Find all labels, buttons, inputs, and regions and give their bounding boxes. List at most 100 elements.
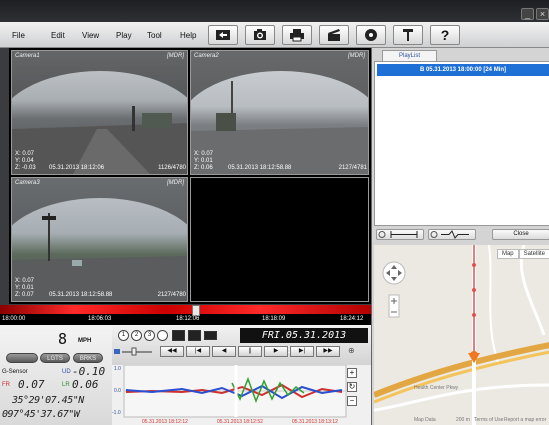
skip-back-button[interactable]: |◀ — [186, 346, 210, 357]
snapshot-button[interactable] — [245, 25, 275, 45]
channel-4-button[interactable] — [157, 330, 168, 341]
fr-value: 0.07 — [18, 378, 45, 391]
camera-3-tag: [MDR] — [167, 180, 184, 186]
camera-2-overlay: X: 0.07 Y: 0.01 Z: 0.06 05.31.2013 18:12… — [194, 151, 367, 172]
antenna-icon — [403, 29, 413, 41]
camera-1-timestamp: 05.31.2013 18:12:06 — [49, 165, 105, 171]
zoom-out-button[interactable]: − — [347, 396, 357, 406]
segment-button[interactable] — [376, 229, 424, 240]
latitude-value: 35°29'07.45"N — [12, 395, 84, 406]
pause-button[interactable]: || — [238, 346, 262, 357]
timeline-label-3: 18:12:06 — [176, 316, 200, 322]
clip-button[interactable] — [319, 25, 349, 45]
menu-play[interactable]: Play — [116, 31, 132, 40]
fast-rewind-button[interactable]: ◀◀ — [160, 346, 184, 357]
channel-3-button[interactable]: 3 — [144, 330, 155, 341]
camera-3-timestamp: 05.31.2013 18:12:58.88 — [49, 292, 113, 298]
step-back-button[interactable]: ◀ — [212, 346, 236, 357]
map-terms-link[interactable]: Terms of Use — [474, 417, 503, 423]
camera-1-header: Camera1 [MDR] — [15, 53, 184, 59]
timeline-label-2: 18:06:03 — [88, 316, 112, 322]
graph-tick-mid: 0.0 — [114, 388, 121, 394]
camera-icon — [254, 29, 266, 40]
map-street-label: Health Center Pkwy — [414, 385, 459, 391]
layout-single-button[interactable] — [172, 330, 185, 341]
crosshair-icon[interactable]: ⊕ — [348, 346, 355, 355]
camera-2-tag: [MDR] — [348, 53, 365, 59]
speed-value: 8 — [58, 330, 68, 348]
camera-3-overlay: X: 0.07 Y: 0.01 Z: 0.07 05.31.2013 18:12… — [15, 278, 186, 299]
camera-1-overlay: X: 0.07 Y: 0.04 Z: -0.03 05.31.2013 18:1… — [15, 151, 186, 172]
waveform-button[interactable] — [428, 229, 476, 240]
close-button[interactable]: Close — [492, 229, 549, 240]
camera-1-label: Camera1 — [15, 53, 40, 59]
camera-1-y: Y: 0.04 — [15, 158, 34, 164]
timeline-label-4: 18:18:09 — [262, 316, 286, 322]
skip-forward-button[interactable]: ▶| — [290, 346, 314, 357]
layout-wide-button[interactable] — [204, 331, 217, 340]
antenna-button[interactable] — [393, 25, 423, 45]
gsensor-label: G-Sensor — [2, 369, 28, 375]
camera-1-view[interactable]: Camera1 [MDR] X: 0.07 Y: 0.04 Z: -0.03 05… — [11, 50, 188, 175]
playlist-box: B 05.31.2013 18:00:00 [24 Min] — [374, 61, 549, 226]
brakes-indicator: BRKS — [73, 353, 103, 363]
lr-value: 0.06 — [72, 378, 99, 391]
timeline-bar[interactable]: 18:00:00 18:06:03 18:12:06 18:18:09 18:2… — [0, 305, 371, 325]
right-panel: PlayList B 05.31.2013 18:00:00 [24 Min] … — [371, 48, 549, 425]
open-folder-button[interactable] — [208, 25, 238, 45]
lights-indicator: LGTS — [40, 353, 70, 363]
map-type-tabs: Map Satellite — [496, 249, 549, 259]
menu-toolbar: File Edit View Play Tool Help ? — [0, 22, 549, 48]
camera-1-tag: [MDR] — [167, 53, 184, 59]
ud-label: UD — [62, 369, 71, 375]
camera-2-label: Camera2 — [194, 53, 219, 59]
lr-label: LR — [62, 382, 70, 388]
datetime-display: FRI.05.31.2013 18:12:59 — [240, 328, 368, 356]
tab-satellite[interactable]: Satellite — [518, 249, 549, 259]
map-report-link[interactable]: Report a map error — [504, 417, 546, 423]
minimize-button[interactable]: _ — [521, 8, 534, 20]
map-view[interactable]: Map Satellite Health Center Pkwy Map Dat… — [374, 245, 549, 425]
playback-controls: 1 2 3 FRI.05.31.2013 18:12:59 ◀◀ |◀ ◀ ||… — [112, 325, 371, 365]
timeline-handle[interactable] — [192, 305, 200, 316]
play-button[interactable]: ▶ — [264, 346, 288, 357]
map-data-label: Map Data — [414, 417, 436, 423]
map-scale-label: 200 m — [456, 417, 470, 423]
clapboard-icon — [328, 29, 340, 41]
waveform-icon — [430, 230, 469, 239]
print-button[interactable] — [282, 25, 312, 45]
camera-2-frames: 2127/4781 — [338, 165, 367, 171]
tab-map[interactable]: Map — [496, 249, 519, 259]
disc-button[interactable] — [356, 25, 386, 45]
refresh-button[interactable]: ↻ — [347, 382, 357, 392]
menu-tool[interactable]: Tool — [147, 31, 162, 40]
channel-2-button[interactable]: 2 — [131, 330, 142, 341]
camera-2-view[interactable]: Camera2 [MDR] X: 0.07 Y: 0.01 Z: 0.06 05.… — [190, 50, 369, 175]
gsensor-graph[interactable]: 1.0 0.0 -1.0 05.31.2013 18:12:12 05.31.2… — [112, 365, 371, 425]
segment-icon — [378, 231, 418, 238]
timeline-label-1: 18:00:00 — [2, 316, 26, 322]
camera-3-frames: 2127/4780 — [157, 292, 186, 298]
camera-3-y: Y: 0.01 — [15, 285, 34, 291]
menu-view[interactable]: View — [82, 31, 99, 40]
graph-tick-bottom: -1.0 — [112, 410, 121, 416]
camera-3-view[interactable]: Camera3 [MDR] X: 0.07 Y: 0.01 Z: 0.07 05.… — [11, 177, 188, 302]
fr-label: FR — [2, 382, 10, 388]
camera-4-view[interactable] — [190, 177, 369, 302]
channel-1-button[interactable]: 1 — [118, 330, 129, 341]
tab-playlist[interactable]: PlayList — [382, 50, 437, 61]
close-window-button[interactable]: × — [536, 8, 549, 20]
fast-forward-button[interactable]: ▶▶ — [316, 346, 340, 357]
menu-help[interactable]: Help — [180, 31, 196, 40]
help-button[interactable]: ? — [430, 25, 460, 45]
playlist-item[interactable]: B 05.31.2013 18:00:00 [24 Min] — [377, 64, 549, 76]
layout-quad-button[interactable] — [188, 330, 201, 341]
volume-slider[interactable] — [114, 347, 154, 356]
zoom-in-button[interactable]: + — [347, 368, 357, 378]
menu-file[interactable]: File — [12, 31, 25, 40]
graph-time-2: 05.31.2013 18:12:52 — [217, 419, 263, 425]
camera-2-x: X: 0.07 — [194, 151, 214, 157]
folder-open-icon — [216, 30, 230, 40]
dashcam-player-window: _ × File Edit View Play Tool Help ? Came… — [0, 0, 549, 425]
menu-edit[interactable]: Edit — [51, 31, 65, 40]
